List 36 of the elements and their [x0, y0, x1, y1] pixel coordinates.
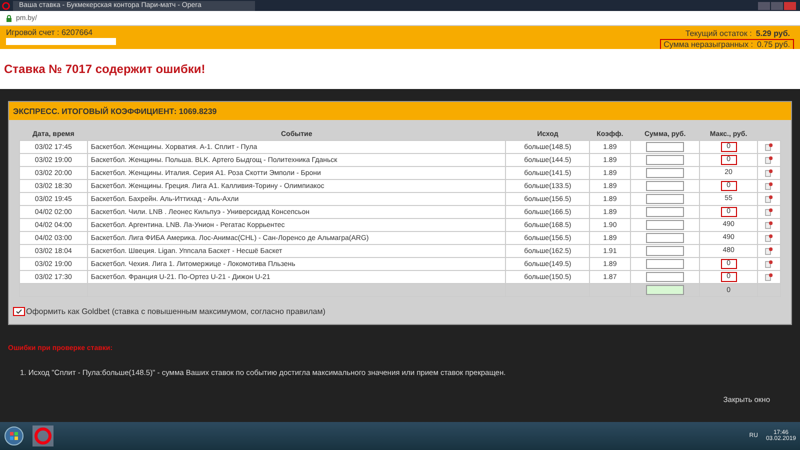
- minimize-button[interactable]: [758, 2, 770, 10]
- error-heading: Ставка № 7017 содержит ошибки!: [4, 62, 206, 76]
- sum-input[interactable]: [646, 259, 684, 269]
- remove-icon[interactable]: [764, 208, 773, 216]
- remove-icon[interactable]: [764, 169, 773, 177]
- balance-text: Текущий остаток : 5.29 руб.: [684, 28, 791, 39]
- total-sum-input[interactable]: [646, 285, 684, 295]
- remove-icon[interactable]: [764, 260, 773, 268]
- sum-input[interactable]: [646, 233, 684, 243]
- goldbet-label: Оформить как Goldbet (ставка с повышенным максимумом, согласно правилам): [26, 307, 326, 316]
- remove-icon[interactable]: [764, 247, 773, 255]
- browser-taskbar-icon[interactable]: [32, 425, 54, 447]
- remove-icon[interactable]: [764, 143, 773, 151]
- browser-logo-icon: [2, 2, 10, 10]
- sum-input[interactable]: [646, 272, 684, 282]
- sum-input[interactable]: [646, 246, 684, 256]
- sum-input[interactable]: [646, 207, 684, 217]
- remove-icon[interactable]: [764, 234, 773, 242]
- remove-icon[interactable]: [764, 273, 773, 281]
- sum-input[interactable]: [646, 155, 684, 165]
- sum-input[interactable]: [646, 181, 684, 191]
- remove-icon[interactable]: [764, 195, 773, 203]
- remove-icon[interactable]: [764, 156, 773, 164]
- close-button[interactable]: [784, 2, 796, 10]
- remove-icon[interactable]: [764, 182, 773, 190]
- start-button[interactable]: [4, 426, 24, 446]
- sum-input[interactable]: [646, 220, 684, 230]
- express-title: ЭКСПРЕСС. ИТОГОВЫЙ КОЭФФИЦИЕНТ: 1069.8239: [9, 102, 791, 120]
- remove-icon[interactable]: [764, 221, 773, 229]
- maximize-button[interactable]: [771, 2, 783, 10]
- sum-input[interactable]: [646, 142, 684, 152]
- sum-input[interactable]: [646, 194, 684, 204]
- lock-icon: [6, 14, 12, 22]
- sum-input[interactable]: [646, 168, 684, 178]
- goldbet-checkbox[interactable]: [13, 307, 25, 316]
- account-number: Игровой счет : 6207664: [6, 28, 94, 37]
